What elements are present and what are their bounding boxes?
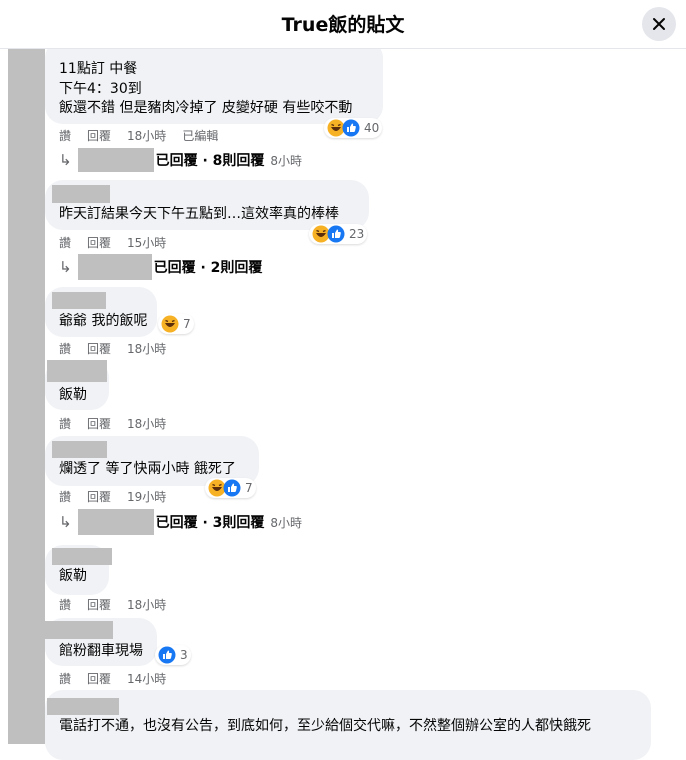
like-reaction-icon — [342, 119, 360, 137]
comment-time[interactable]: 18小時 — [127, 598, 166, 612]
redacted-name — [45, 621, 113, 639]
replies-count[interactable]: 已回覆 · 3則回覆 — [156, 512, 265, 532]
redacted-name — [52, 441, 107, 458]
replies-count[interactable]: 已回覆 · 2則回覆 — [154, 257, 263, 277]
close-icon — [653, 18, 665, 30]
redacted-name — [77, 509, 154, 535]
like-reaction-icon — [158, 646, 176, 664]
comment-text-line: 飯勒 — [59, 387, 87, 403]
redacted-name — [52, 292, 106, 309]
comment-time[interactable]: 14小時 — [127, 672, 166, 686]
comment-text-line: 11點訂 中餐 — [59, 61, 138, 77]
comment-text-line: 爺爺 我的飯呢 — [59, 313, 148, 329]
reply-button[interactable]: 回覆 — [87, 598, 111, 612]
dialog-header: True飯的貼文 — [0, 0, 686, 49]
comment-actions: 讚 回覆 18小時 — [59, 340, 182, 357]
comment-time[interactable]: 18小時 — [127, 417, 166, 431]
haha-reaction-icon — [161, 315, 179, 333]
reaction-count: 40 — [364, 121, 380, 135]
redacted-name — [47, 360, 107, 382]
reply-button[interactable]: 回覆 — [87, 129, 111, 143]
reply-button[interactable]: 回覆 — [87, 236, 111, 250]
reply-arrow-icon: ↳ — [59, 513, 72, 531]
like-reaction-icon — [223, 479, 241, 497]
reaction-summary[interactable]: 3 — [155, 645, 191, 665]
edited-label: 已編輯 — [182, 129, 219, 143]
reply-button[interactable]: 回覆 — [87, 490, 111, 504]
comment-text-line: 爛透了 等了快兩小時 餓死了 — [59, 461, 236, 477]
like-button[interactable]: 讚 — [59, 129, 71, 143]
reaction-count: 3 — [180, 648, 188, 662]
comment-actions: 讚 回覆 15小時 — [59, 234, 182, 251]
reply-button[interactable]: 回覆 — [87, 417, 111, 431]
replies-count[interactable]: 已回覆 · 8則回覆 — [156, 150, 265, 170]
redacted-name — [52, 185, 110, 203]
reaction-summary[interactable]: 7 — [205, 478, 256, 498]
view-replies-link[interactable]: ↳ 已回覆 · 8則回覆 8小時 — [59, 148, 302, 172]
like-button[interactable]: 讚 — [59, 598, 71, 612]
comment-actions: 讚 回覆 18小時 — [59, 596, 182, 613]
like-button[interactable]: 讚 — [59, 342, 71, 356]
comment-time[interactable]: 15小時 — [127, 236, 166, 250]
comment-text-line: 飯勒 — [59, 568, 87, 584]
reaction-count: 23 — [349, 227, 365, 241]
view-replies-link[interactable]: ↳ 已回覆 · 3則回覆 8小時 — [59, 509, 302, 535]
reaction-count: 7 — [183, 317, 191, 331]
comment-actions: 讚 回覆 18小時 已編輯 — [59, 127, 234, 144]
dialog-title: True飯的貼文 — [281, 14, 405, 36]
comment-text-line: 昨天訂結果今天下午五點到…這效率真的棒棒 — [59, 206, 339, 222]
close-button[interactable] — [642, 7, 676, 41]
replies-time: 8小時 — [270, 515, 303, 530]
like-button[interactable]: 讚 — [59, 490, 71, 504]
like-button[interactable]: 讚 — [59, 417, 71, 431]
redacted-name — [77, 148, 154, 172]
comment-actions: 讚 回覆 14小時 — [59, 670, 182, 687]
reaction-summary[interactable]: 7 — [158, 314, 194, 334]
comment-actions: 讚 回覆 19小時 — [59, 488, 182, 505]
comment-time[interactable]: 19小時 — [127, 490, 166, 504]
reply-arrow-icon: ↳ — [59, 258, 72, 276]
replies-time: 8小時 — [270, 153, 303, 168]
comment-text-line: 館粉翻車現場 — [59, 643, 143, 659]
comment-actions: 讚 回覆 18小時 — [59, 415, 182, 432]
reply-button[interactable]: 回覆 — [87, 342, 111, 356]
redacted-name — [52, 548, 112, 565]
reply-arrow-icon: ↳ — [59, 151, 72, 169]
like-button[interactable]: 讚 — [59, 672, 71, 686]
comment-time[interactable]: 18小時 — [127, 342, 166, 356]
reaction-count: 7 — [245, 481, 253, 495]
comment-time[interactable]: 18小時 — [127, 129, 166, 143]
like-reaction-icon — [327, 225, 345, 243]
comment-text-line: 飯還不錯 但是豬肉冷掉了 皮變好硬 有些咬不動 — [59, 100, 353, 116]
redacted-name — [77, 254, 152, 280]
comment-text-line: 電話打不通，也沒有公告，到底如何，至少給個交代嘛，不然整個辦公室的人都快餓死 — [59, 718, 591, 734]
comment-text-line: 下午4：30到 — [59, 81, 142, 97]
reply-button[interactable]: 回覆 — [87, 672, 111, 686]
like-button[interactable]: 讚 — [59, 236, 71, 250]
redacted-name — [47, 698, 119, 715]
reaction-summary[interactable]: 23 — [309, 224, 368, 244]
redacted-avatar-column — [8, 48, 45, 744]
view-replies-link[interactable]: ↳ 已回覆 · 2則回覆 — [59, 254, 262, 280]
reaction-summary[interactable]: 40 — [324, 118, 383, 138]
